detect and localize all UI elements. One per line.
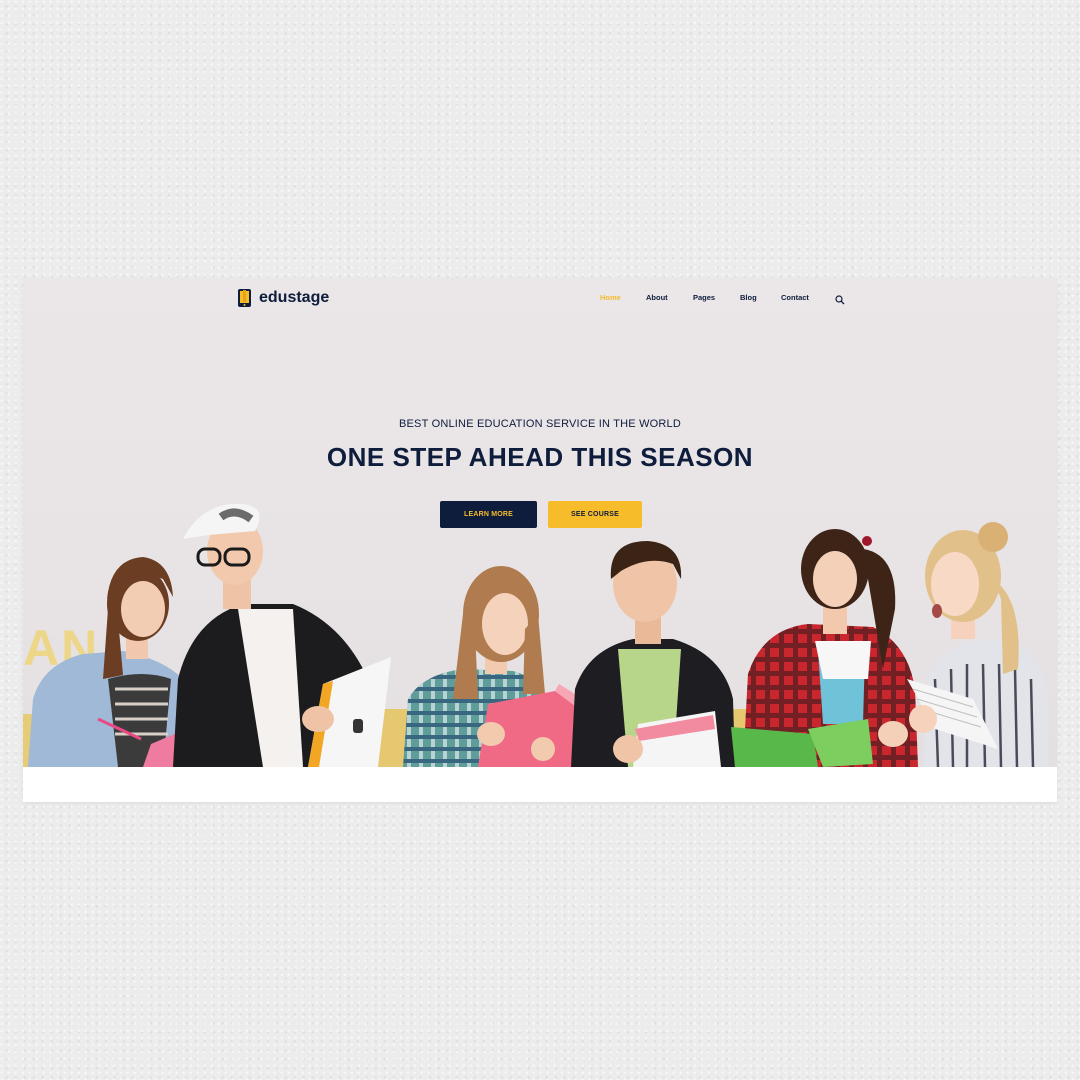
- hero-subtitle: BEST ONLINE EDUCATION SERVICE IN THE WOR…: [398, 418, 682, 430]
- search-icon[interactable]: [835, 292, 845, 305]
- hero-section: AN edustage Home About Pages Blog Contac…: [23, 279, 1057, 767]
- nav-item-contact[interactable]: Contact: [781, 293, 809, 302]
- student-boy-black-shirt: [173, 503, 391, 767]
- nav-item-blog[interactable]: Blog: [740, 293, 757, 302]
- student-girl-blonde: [907, 522, 1048, 767]
- students-photo: [28, 503, 1048, 767]
- main-nav: Home About Pages Blog Contact: [23, 293, 1057, 305]
- student-girl-red-plaid: [731, 529, 918, 767]
- see-course-button[interactable]: SEE COURSE: [548, 501, 642, 528]
- website-mockup: AN edustage Home About Pages Blog Contac…: [23, 279, 1057, 802]
- nav-item-about[interactable]: About: [646, 293, 668, 302]
- hero-title: ONE STEP AHEAD THIS SEASON: [326, 442, 754, 472]
- learn-more-button[interactable]: LEARN MORE: [440, 501, 537, 528]
- nav-item-pages[interactable]: Pages: [693, 293, 715, 302]
- nav-item-home[interactable]: Home: [600, 293, 621, 302]
- student-boy-jacket: [571, 541, 735, 767]
